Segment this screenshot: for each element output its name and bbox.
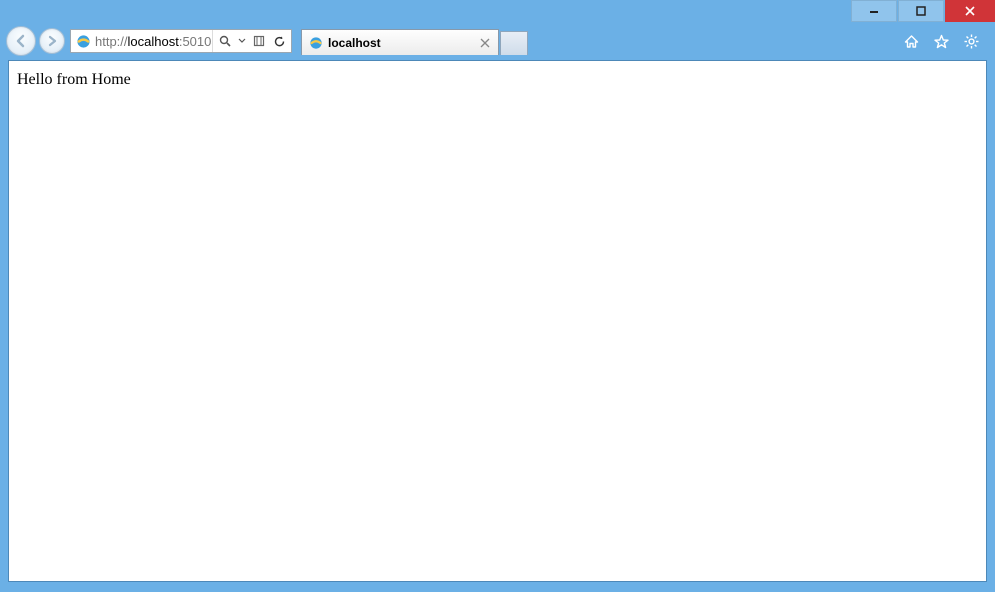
url-rest: :50103/ <box>179 34 212 49</box>
tab-title: localhost <box>328 36 473 50</box>
window-controls <box>851 0 995 26</box>
toolbar-right-icons <box>901 31 989 51</box>
browser-toolbar: http://localhost:50103/ <box>0 26 995 56</box>
refresh-icon <box>273 35 286 48</box>
page-viewport: Hello from Home <box>8 60 987 582</box>
home-button[interactable] <box>901 31 921 51</box>
home-icon <box>903 33 920 50</box>
search-dropdown-button[interactable] <box>237 33 247 49</box>
forward-arrow-icon <box>45 34 59 48</box>
new-tab-button[interactable] <box>500 31 528 55</box>
url-host: localhost <box>128 34 179 49</box>
url-text: http://localhost:50103/ <box>95 33 212 49</box>
maximize-button[interactable] <box>898 0 944 22</box>
ie-favicon-icon <box>308 35 323 50</box>
address-tools <box>212 30 291 52</box>
address-bar[interactable]: http://localhost:50103/ <box>70 29 292 53</box>
minimize-button[interactable] <box>851 0 897 22</box>
gear-icon <box>963 33 980 50</box>
window-titlebar <box>0 0 995 26</box>
search-icon <box>219 35 232 48</box>
compat-view-button[interactable] <box>251 33 267 49</box>
back-button[interactable] <box>6 26 36 56</box>
page-body: Hello from Home <box>9 61 986 99</box>
refresh-button[interactable] <box>271 33 287 49</box>
maximize-icon <box>915 5 927 17</box>
close-icon <box>480 38 490 48</box>
search-button[interactable] <box>217 33 233 49</box>
close-icon <box>964 5 976 17</box>
minimize-icon <box>868 5 880 17</box>
compat-view-icon <box>253 35 265 47</box>
tools-button[interactable] <box>961 31 981 51</box>
tab-close-button[interactable] <box>478 36 492 50</box>
ie-logo-icon <box>74 32 92 50</box>
favorites-button[interactable] <box>931 31 951 51</box>
forward-button[interactable] <box>39 28 65 54</box>
back-arrow-icon <box>13 33 29 49</box>
page-text: Hello from Home <box>17 71 131 88</box>
close-button[interactable] <box>945 0 995 22</box>
tab-strip: localhost <box>301 27 528 55</box>
ie-window: http://localhost:50103/ <box>0 0 995 592</box>
url-prefix: http:// <box>95 34 128 49</box>
star-icon <box>933 33 950 50</box>
chevron-down-icon <box>238 37 246 45</box>
tab-active[interactable]: localhost <box>301 29 499 55</box>
